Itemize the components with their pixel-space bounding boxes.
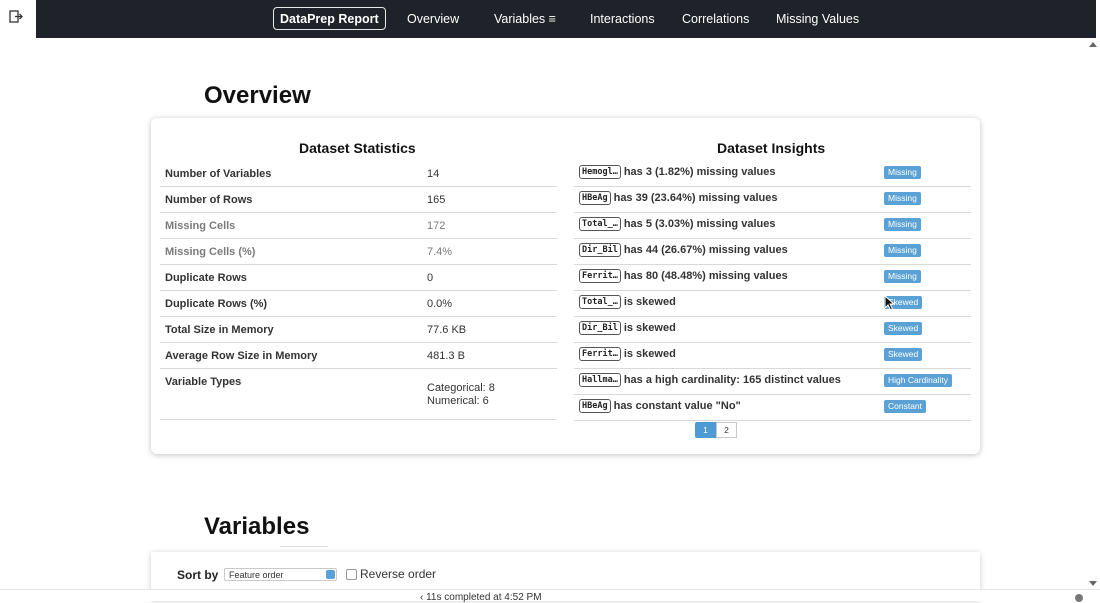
stat-row: Average Row Size in Memory 481.3 B	[160, 343, 557, 369]
column-code: Hallma…	[579, 373, 621, 387]
nav-overview[interactable]: Overview	[407, 12, 459, 26]
stat-row: Variable Types Categorical: 8 Numerical:…	[160, 369, 557, 420]
page-button-2[interactable]: 2	[716, 422, 737, 438]
mouse-cursor-icon	[884, 295, 896, 311]
insight-row: Hallma… has a high cardinality: 165 disti…	[574, 369, 971, 395]
stat-value: 165	[427, 194, 446, 206]
insight-badge: Constant	[884, 400, 927, 413]
scroll-up-arrow[interactable]	[1089, 42, 1097, 47]
page-button-1[interactable]: 1	[695, 422, 716, 438]
stat-row: Number of Variables 14	[160, 161, 557, 187]
dataset-statistics-table: Number of Variables 14 Number of Rows 16…	[160, 161, 557, 420]
stat-label: Average Row Size in Memory	[165, 350, 318, 362]
section-divider	[280, 546, 328, 547]
variables-heading: Variables	[204, 513, 310, 540]
insight-text: has 80 (48.48%) missing values	[623, 270, 788, 282]
column-code: Ferrit…	[579, 347, 621, 361]
stat-value: 172	[427, 220, 446, 232]
dataset-insights-title: Dataset Insights	[717, 140, 826, 156]
nav-correlations[interactable]: Correlations	[682, 12, 749, 26]
insight-row: HBeAg has 39 (23.64%) missing values Miss…	[574, 187, 971, 213]
insight-badge: Skewed	[884, 322, 923, 335]
stat-value: 481.3 B	[427, 350, 465, 362]
insight-row: Hemogl… has 3 (1.82%) missing values Miss…	[574, 161, 971, 187]
stat-row: Total Size in Memory 77.6 KB	[160, 317, 557, 343]
variable-type-numerical: Numerical: 6	[427, 395, 489, 407]
insight-text: has 44 (26.67%) missing values	[623, 244, 788, 256]
insight-text: has a high cardinality: 165 distinct val…	[623, 374, 841, 386]
stat-row: Missing Cells (%) 7.4%	[160, 239, 557, 265]
scroll-down-arrow[interactable]	[1089, 581, 1097, 586]
status-dot-icon	[1075, 594, 1083, 602]
stat-value: 14	[427, 168, 440, 180]
exit-icon[interactable]	[8, 9, 24, 25]
nav-interactions[interactable]: Interactions	[590, 12, 655, 26]
column-code: Dir_Bil	[579, 321, 621, 335]
insight-row: Total_… has 5 (3.03%) missing values Miss…	[574, 213, 971, 239]
stat-label: Number of Rows	[165, 194, 253, 206]
stat-label: Missing Cells (%)	[165, 246, 256, 258]
stat-label: Variable Types	[165, 376, 242, 388]
insight-text: is skewed	[623, 348, 676, 360]
insight-row: HBeAg has constant value "No" Constant	[574, 395, 971, 421]
insight-text: is skewed	[623, 322, 676, 334]
dataset-insights-table: Hemogl… has 3 (1.82%) missing values Miss…	[574, 161, 971, 421]
insight-text: has constant value "No"	[613, 400, 741, 412]
dataset-statistics-title: Dataset Statistics	[299, 140, 416, 156]
stat-label: Duplicate Rows	[165, 272, 247, 284]
insight-badge: Missing	[884, 270, 921, 283]
insight-row: Ferrit… has 80 (48.48%) missing values Mi…	[574, 265, 971, 291]
insight-row: Ferrit… is skewed Skewed	[574, 343, 971, 369]
insight-text: has 3 (1.82%) missing values	[623, 166, 776, 178]
stat-label: Missing Cells	[165, 220, 236, 232]
brand-button[interactable]: DataPrep Report	[273, 7, 386, 30]
insight-badge: Skewed	[884, 348, 923, 361]
stat-value: 0	[427, 272, 434, 284]
reverse-order-label: Reverse order	[360, 567, 437, 581]
stat-label: Number of Variables	[165, 168, 272, 180]
reverse-order-checkbox[interactable]	[346, 569, 357, 580]
column-code: HBeAg	[579, 399, 611, 413]
select-caret-icon	[326, 570, 335, 579]
sort-by-label: Sort by	[177, 568, 219, 582]
stat-value: Categorical: 8 Numerical: 6	[427, 382, 495, 408]
stat-row: Number of Rows 165	[160, 187, 557, 213]
insight-row: Dir_Bil is skewed Skewed	[574, 317, 971, 343]
stat-label: Duplicate Rows (%)	[165, 298, 268, 310]
stat-value: 0.0%	[427, 298, 453, 310]
stat-label: Total Size in Memory	[165, 324, 274, 336]
stat-row: Duplicate Rows (%) 0.0%	[160, 291, 557, 317]
nav-variables[interactable]: Variables ≡	[494, 12, 556, 26]
insight-badge: Missing	[884, 166, 921, 179]
column-code: HBeAg	[579, 191, 611, 205]
column-code: Ferrit…	[579, 269, 621, 283]
insight-badge: High Cardinality	[884, 374, 952, 387]
execution-status-text: ‹ 11s completed at 4:52 PM	[420, 592, 542, 603]
sort-order-value: Feature order	[229, 570, 284, 580]
column-code: Dir_Bil	[579, 243, 621, 257]
insight-text: has 5 (3.03%) missing values	[623, 218, 776, 230]
stat-value: 77.6 KB	[427, 324, 467, 336]
overview-card: Dataset Statistics Number of Variables 1…	[151, 118, 980, 454]
column-code: Hemogl…	[579, 165, 621, 179]
insights-pagination: 1 2	[695, 422, 737, 438]
insight-row: Total_… is skewed Skewed	[574, 291, 971, 317]
stat-row: Missing Cells 172	[160, 213, 557, 239]
variable-type-categorical: Categorical: 8	[427, 382, 495, 394]
column-code: Total_…	[579, 295, 621, 309]
column-code: Total_…	[579, 217, 621, 231]
insight-badge: Missing	[884, 192, 921, 205]
insight-badge: Missing	[884, 218, 921, 231]
sort-order-select[interactable]: Feature order	[224, 568, 337, 581]
status-bar	[0, 589, 1100, 601]
insight-badge: Missing	[884, 244, 921, 257]
nav-missing-values[interactable]: Missing Values	[776, 12, 859, 26]
overview-heading: Overview	[204, 82, 311, 109]
insight-text: has 39 (23.64%) missing values	[613, 192, 778, 204]
insight-text: is skewed	[623, 296, 676, 308]
stat-value: 7.4%	[427, 246, 453, 258]
top-navbar: DataPrep Report Overview Variables ≡ Int…	[36, 0, 1096, 38]
insight-row: Dir_Bil has 44 (26.67%) missing values Mi…	[574, 239, 971, 265]
stat-row: Duplicate Rows 0	[160, 265, 557, 291]
